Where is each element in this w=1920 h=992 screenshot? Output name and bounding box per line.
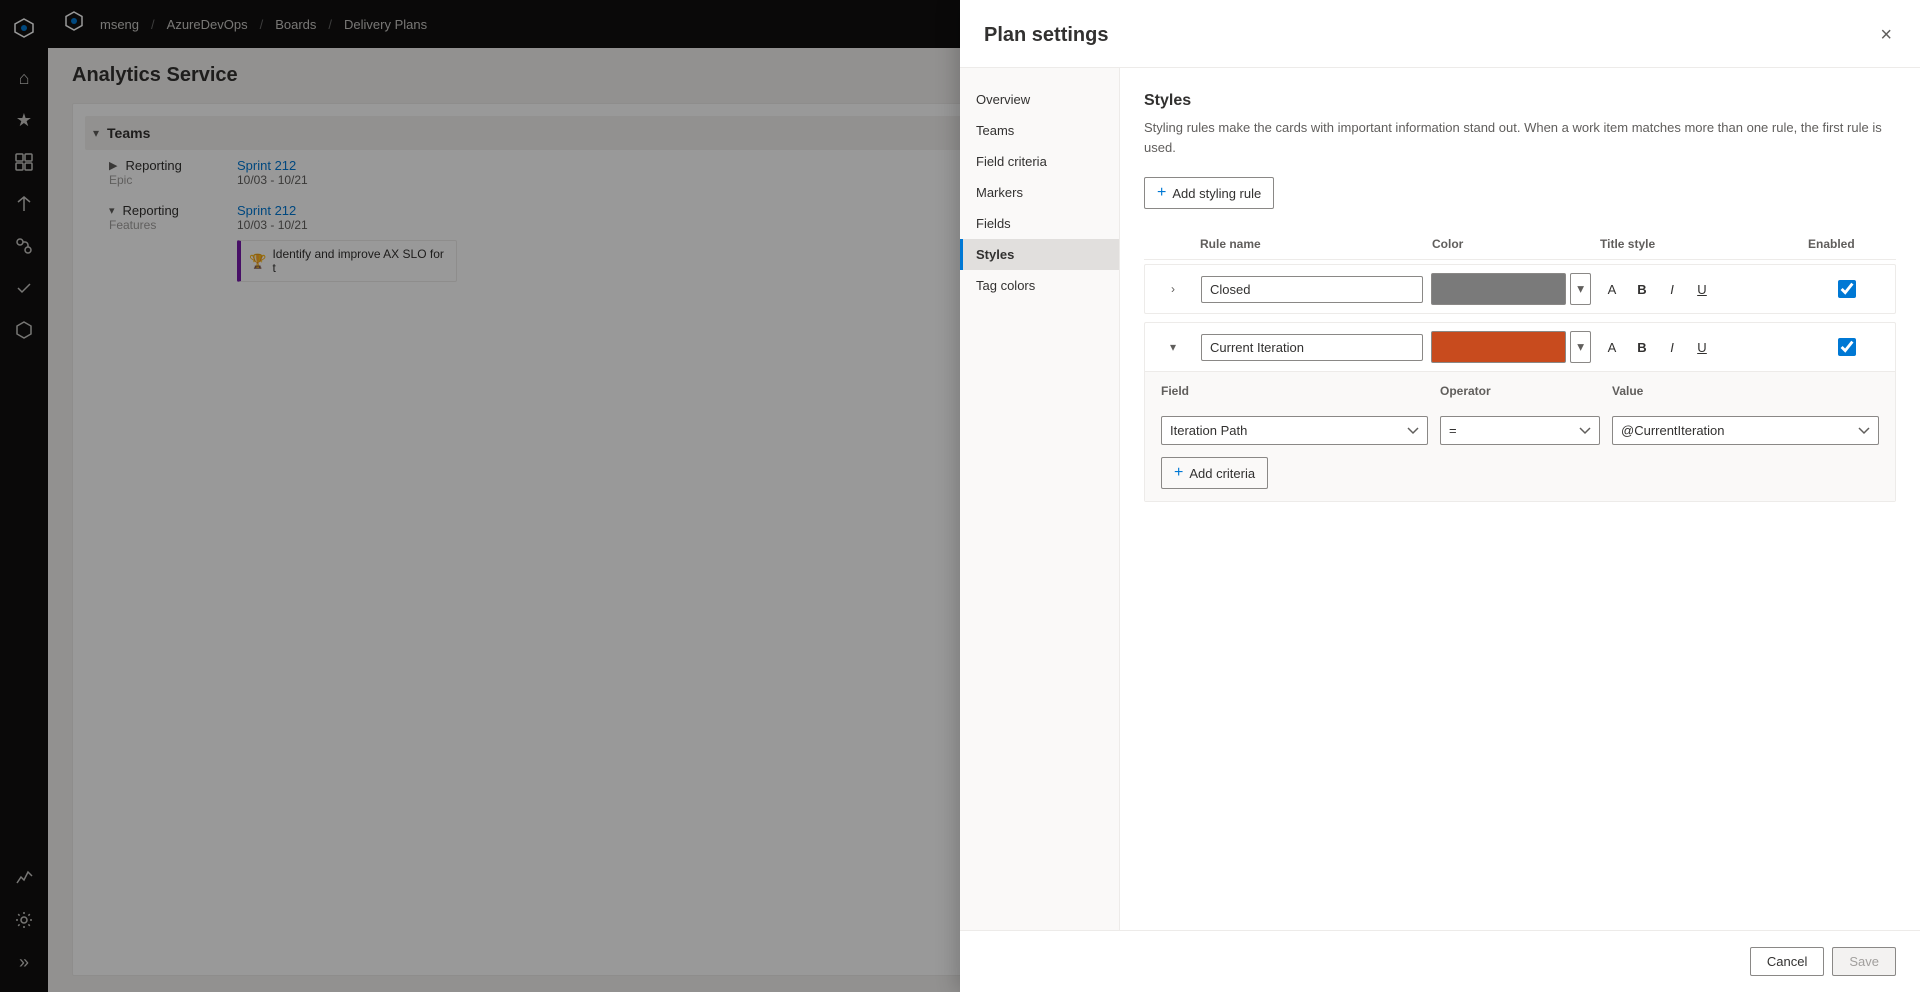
modal-title: Plan settings	[984, 24, 1108, 47]
modal-footer: Cancel Save	[960, 930, 1920, 992]
add-rule-label: Add styling rule	[1172, 186, 1261, 201]
enabled-cell-closed	[1807, 280, 1887, 298]
nav-item-tag-colors[interactable]: Tag colors	[960, 270, 1119, 301]
rule-criteria-current-iteration: Field Operator Value Iteration Path Stat…	[1145, 371, 1895, 501]
rule-row-current-iteration: ▾ ▾ A B I U	[1144, 322, 1896, 502]
rule-name-input-current-iteration[interactable]	[1201, 334, 1423, 361]
font-size-btn-closed[interactable]: A	[1599, 276, 1625, 302]
criteria-field-label: Field	[1161, 384, 1428, 398]
modal-body: Overview Teams Field criteria Markers Fi…	[960, 68, 1920, 930]
styles-section-desc: Styling rules make the cards with import…	[1144, 118, 1896, 157]
modal-header: Plan settings ×	[960, 0, 1920, 68]
plan-settings-modal: Plan settings × Overview Teams Field cri…	[960, 0, 1920, 992]
nav-item-overview[interactable]: Overview	[960, 84, 1119, 115]
cancel-button[interactable]: Cancel	[1750, 947, 1824, 976]
underline-btn-current-iteration[interactable]: U	[1689, 334, 1715, 360]
color-swatch-current-iteration[interactable]	[1431, 331, 1566, 363]
add-criteria-plus-icon: +	[1174, 464, 1183, 482]
enabled-checkbox-closed[interactable]	[1838, 280, 1856, 298]
color-dropdown-btn-current-iteration[interactable]: ▾	[1570, 331, 1591, 363]
modal-nav: Overview Teams Field criteria Markers Fi…	[960, 68, 1120, 930]
modal-content-area: Styles Styling rules make the cards with…	[1120, 68, 1920, 930]
add-styling-rule-button[interactable]: + Add styling rule	[1144, 177, 1274, 209]
bold-btn-current-iteration[interactable]: B	[1629, 334, 1655, 360]
rule-chevron-closed[interactable]: ›	[1153, 282, 1193, 296]
add-rule-plus-icon: +	[1157, 184, 1166, 202]
header-rule-name: Rule name	[1200, 237, 1424, 251]
operator-select[interactable]: = != > <	[1440, 416, 1600, 445]
criteria-values-row: Iteration Path State Work Item Type Assi…	[1161, 416, 1879, 445]
rules-table-header: Rule name Color Title style Enabled	[1144, 229, 1896, 260]
color-swatch-closed[interactable]	[1431, 273, 1566, 305]
color-picker-closed: ▾	[1431, 273, 1591, 305]
header-title-style: Title style	[1600, 237, 1800, 251]
nav-item-fields[interactable]: Fields	[960, 208, 1119, 239]
operator-select-wrapper: = != > <	[1440, 416, 1600, 445]
nav-item-field-criteria[interactable]: Field criteria	[960, 146, 1119, 177]
title-style-btns-current-iteration: A B I U	[1599, 334, 1799, 360]
rule-chevron-current-iteration[interactable]: ▾	[1153, 340, 1193, 354]
nav-item-teams[interactable]: Teams	[960, 115, 1119, 146]
header-color: Color	[1432, 237, 1592, 251]
color-picker-current-iteration: ▾	[1431, 331, 1591, 363]
header-enabled: Enabled	[1808, 237, 1888, 251]
criteria-header-row: Field Operator Value	[1161, 384, 1879, 404]
bold-btn-closed[interactable]: B	[1629, 276, 1655, 302]
title-style-btns-closed: A B I U	[1599, 276, 1799, 302]
modal-close-button[interactable]: ×	[1876, 20, 1896, 51]
rule-name-input-closed[interactable]	[1201, 276, 1423, 303]
font-size-btn-current-iteration[interactable]: A	[1599, 334, 1625, 360]
value-select[interactable]: @CurrentIteration @Me @Today	[1612, 416, 1879, 445]
nav-item-styles[interactable]: Styles	[960, 239, 1119, 270]
enabled-cell-current-iteration	[1807, 338, 1887, 356]
criteria-operator-label: Operator	[1440, 384, 1600, 398]
add-criteria-label: Add criteria	[1189, 466, 1255, 481]
criteria-value-label: Value	[1612, 384, 1879, 398]
rule-row-main-current-iteration: ▾ ▾ A B I U	[1145, 323, 1895, 371]
header-col1	[1152, 237, 1192, 251]
styles-section-title: Styles	[1144, 92, 1896, 110]
field-select[interactable]: Iteration Path State Work Item Type Assi…	[1161, 416, 1428, 445]
rule-row-closed: › ▾ A B I U	[1144, 264, 1896, 314]
field-select-wrapper: Iteration Path State Work Item Type Assi…	[1161, 416, 1428, 445]
italic-btn-current-iteration[interactable]: I	[1659, 334, 1685, 360]
save-button[interactable]: Save	[1832, 947, 1896, 976]
underline-btn-closed[interactable]: U	[1689, 276, 1715, 302]
nav-item-markers[interactable]: Markers	[960, 177, 1119, 208]
value-select-wrapper: @CurrentIteration @Me @Today	[1612, 416, 1879, 445]
add-criteria-button[interactable]: + Add criteria	[1161, 457, 1268, 489]
rule-row-main-closed: › ▾ A B I U	[1145, 265, 1895, 313]
color-dropdown-btn-closed[interactable]: ▾	[1570, 273, 1591, 305]
enabled-checkbox-current-iteration[interactable]	[1838, 338, 1856, 356]
italic-btn-closed[interactable]: I	[1659, 276, 1685, 302]
